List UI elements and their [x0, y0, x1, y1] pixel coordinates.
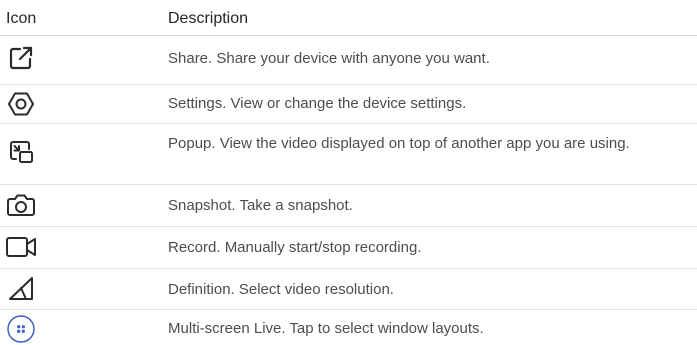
header-description-column: Description [168, 10, 249, 27]
row-description: Definition. Select video resolution. [168, 281, 394, 298]
table-row: Popup. View the video displayed on top o… [0, 124, 697, 185]
header-icon-column: Icon [6, 10, 37, 27]
row-description: Record. Manually start/stop recording. [168, 239, 422, 256]
share-icon [4, 43, 38, 73]
table-row: Multi-screen Live. Tap to select window … [0, 310, 697, 345]
multi-screen-live-icon [4, 314, 38, 344]
table-row: Share. Share your device with anyone you… [0, 36, 697, 85]
definition-icon [4, 274, 38, 304]
snapshot-icon [4, 190, 38, 220]
record-icon [4, 232, 38, 262]
settings-icon [4, 89, 38, 119]
table-row: Settings. View or change the device sett… [0, 85, 697, 124]
row-description: Multi-screen Live. Tap to select window … [168, 320, 484, 337]
table-header: Icon Description [0, 0, 697, 36]
row-description: Snapshot. Take a snapshot. [168, 197, 353, 214]
popup-icon [4, 137, 38, 167]
row-description: Popup. View the video displayed on top o… [168, 135, 630, 152]
row-description: Share. Share your device with anyone you… [168, 50, 490, 67]
row-description: Settings. View or change the device sett… [168, 95, 467, 112]
table-row: Definition. Select video resolution. [0, 269, 697, 310]
table-row: Record. Manually start/stop recording. [0, 227, 697, 269]
table-row: Snapshot. Take a snapshot. [0, 185, 697, 227]
